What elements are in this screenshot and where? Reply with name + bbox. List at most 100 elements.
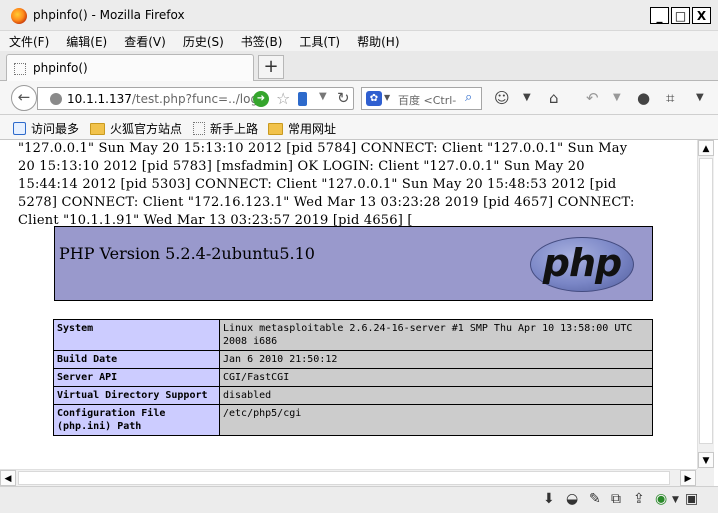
menu-bar: 文件(F) 编辑(E) 查看(V) 历史(S) 书签(B) 工具(T) 帮助(H… xyxy=(0,31,718,51)
scrollbar-corner xyxy=(697,469,714,486)
vertical-scroll-thumb[interactable] xyxy=(699,158,713,444)
url-bar[interactable]: 10.1.1.137/test.php?func=../log ➜ ☆ ▼ ↻ xyxy=(37,87,354,110)
table-row: Configuration File (php.ini) Path /etc/p… xyxy=(53,404,653,436)
table-row: Virtual Directory Support disabled xyxy=(53,386,653,405)
php-version-header: PHP Version 5.2.4-2ubuntu5.10 php xyxy=(54,226,653,301)
page-viewport: "127.0.0.1" Sun May 20 15:13:10 2012 [pi… xyxy=(0,140,697,469)
row-value: disabled xyxy=(219,386,653,405)
horizontal-scrollbar[interactable]: ◀ ▶ xyxy=(0,469,697,486)
row-key: Server API xyxy=(53,368,220,387)
search-icon[interactable]: ⌕ xyxy=(465,90,472,105)
menu-edit[interactable]: 编辑(E) xyxy=(66,33,107,50)
addon-bar: ⬇ ◒ ✎ ⧉ ⇪ ◉ ▼ ▣ xyxy=(0,486,718,513)
close-button[interactable]: X xyxy=(692,7,711,24)
send-to-device-icon[interactable] xyxy=(298,92,307,106)
url-path: /test.php?func=../log xyxy=(131,92,259,106)
page-icon xyxy=(193,122,205,135)
vertical-scrollbar[interactable]: ▲ ▼ xyxy=(697,140,714,469)
most-visited-icon xyxy=(13,122,26,135)
bookmark-common-sites[interactable]: 常用网址 xyxy=(268,120,336,137)
bookmark-label: 访问最多 xyxy=(31,122,80,136)
go-arrow-icon[interactable]: ➜ xyxy=(253,91,269,107)
bookmark-most-visited[interactable]: 访问最多 xyxy=(13,120,79,137)
url-text: 10.1.1.137/test.php?func=../log xyxy=(67,92,258,106)
horizontal-scroll-thumb[interactable] xyxy=(18,471,670,485)
search-engine-dropdown-icon[interactable]: ▼ xyxy=(384,93,390,102)
new-tab-button[interactable]: + xyxy=(258,55,284,79)
menu-view[interactable]: 查看(V) xyxy=(124,33,166,50)
row-value: Jan 6 2010 21:50:12 xyxy=(219,350,653,369)
row-value: Linux metasploitable 2.6.24-16-server #1… xyxy=(219,319,653,351)
log-line: 15:44:14 2012 [pid 5303] CONNECT: Client… xyxy=(18,177,617,192)
download-icon[interactable]: ⬇ xyxy=(543,491,555,507)
menu-bookmarks[interactable]: 书签(B) xyxy=(241,33,283,50)
row-value: CGI/FastCGI xyxy=(219,368,653,387)
bookmark-label: 常用网址 xyxy=(288,122,337,136)
bookmark-getting-started[interactable]: 新手上路 xyxy=(193,120,258,137)
globe-dropdown-icon[interactable]: ▼ xyxy=(672,495,679,505)
scroll-right-arrow-icon[interactable]: ▶ xyxy=(680,470,696,486)
menu-history[interactable]: 历史(S) xyxy=(183,33,224,50)
reload-icon[interactable]: ↻ xyxy=(337,89,350,107)
minimize-button[interactable]: _ xyxy=(650,7,669,24)
row-key: Virtual Directory Support xyxy=(53,386,220,405)
search-engine-icon[interactable]: ✿ xyxy=(366,91,382,106)
folder-icon xyxy=(268,122,283,135)
log-line: "127.0.0.1" Sun May 20 15:13:10 2012 [pi… xyxy=(18,141,628,156)
tab-label: phpinfo() xyxy=(33,61,88,75)
undo-icon[interactable]: ↶ xyxy=(586,89,599,107)
home-icon[interactable]: ⌂ xyxy=(549,89,559,107)
globe-icon[interactable]: ◉ xyxy=(655,491,667,507)
addon-panel-icon[interactable]: ▣ xyxy=(685,491,698,507)
php-info-table: System Linux metasploitable 2.6.24-16-se… xyxy=(53,319,653,436)
scroll-left-arrow-icon[interactable]: ◀ xyxy=(0,470,16,486)
tab-strip: phpinfo() + xyxy=(0,51,718,82)
share-icon[interactable]: ⇪ xyxy=(633,491,645,507)
chat-icon[interactable]: ● xyxy=(637,89,650,107)
undo-dropdown-icon[interactable]: ▼ xyxy=(613,92,621,103)
search-box[interactable]: ✿ ▼ 百度 <Ctrl- ⌕ xyxy=(361,87,482,110)
tab-phpinfo[interactable]: phpinfo() xyxy=(6,54,254,82)
navigation-bar: 10.1.1.137/test.php?func=../log ➜ ☆ ▼ ↻ … xyxy=(0,81,718,115)
addon-dropdown-icon[interactable]: ▼ xyxy=(523,92,531,103)
search-placeholder: 百度 <Ctrl- xyxy=(398,94,457,107)
row-key: Build Date xyxy=(53,350,220,369)
menu-file[interactable]: 文件(F) xyxy=(9,33,49,50)
php-logo-text: php xyxy=(542,241,622,285)
row-value: /etc/php5/cgi xyxy=(219,404,653,436)
firefox-logo-icon xyxy=(11,8,27,24)
table-row: System Linux metasploitable 2.6.24-16-se… xyxy=(53,319,653,351)
bookmark-firefox-official[interactable]: 火狐官方站点 xyxy=(90,120,182,137)
menu-dropdown-icon[interactable]: ▼ xyxy=(696,92,704,103)
bookmark-label: 火狐官方站点 xyxy=(110,122,183,136)
history-dropdown-icon[interactable]: ▼ xyxy=(319,91,327,102)
site-identity-icon[interactable] xyxy=(50,93,62,105)
bookmark-star-icon[interactable]: ☆ xyxy=(276,89,290,108)
log-line: 20 15:13:10 2012 [pid 5783] [msfadmin] O… xyxy=(18,159,585,174)
bookmark-label: 新手上路 xyxy=(210,122,259,136)
table-row: Server API CGI/FastCGI xyxy=(53,368,653,387)
menu-help[interactable]: 帮助(H) xyxy=(357,33,399,50)
php-version-title: PHP Version 5.2.4-2ubuntu5.10 xyxy=(59,244,315,263)
window-controls: _ □ X xyxy=(650,7,711,24)
menu-tools[interactable]: 工具(T) xyxy=(299,33,340,50)
title-bar: phpinfo() - Mozilla Firefox _ □ X xyxy=(0,0,718,31)
mask-icon[interactable]: ◒ xyxy=(566,491,578,507)
table-row: Build Date Jan 6 2010 21:50:12 xyxy=(53,350,653,369)
tools-icon[interactable]: ✎ xyxy=(589,491,601,507)
log-line: 5278] CONNECT: Client "172.16.123.1" Wed… xyxy=(18,195,635,210)
addon-smiley-icon[interactable]: ☺ xyxy=(494,89,510,107)
crop-icon[interactable]: ⌗ xyxy=(666,89,674,107)
log-output: "127.0.0.1" Sun May 20 15:13:10 2012 [pi… xyxy=(18,140,690,230)
window-icon[interactable]: ⧉ xyxy=(611,491,621,507)
bookmarks-bar: 访问最多 火狐官方站点 新手上路 常用网址 xyxy=(0,115,718,140)
window-title: phpinfo() - Mozilla Firefox xyxy=(33,8,185,22)
url-host: 10.1.1.137 xyxy=(67,92,132,106)
scroll-down-arrow-icon[interactable]: ▼ xyxy=(698,452,714,468)
page-icon xyxy=(14,63,26,75)
row-key: Configuration File (php.ini) Path xyxy=(53,404,220,436)
folder-icon xyxy=(90,122,105,135)
scroll-up-arrow-icon[interactable]: ▲ xyxy=(698,140,714,156)
maximize-button[interactable]: □ xyxy=(671,7,690,24)
back-button[interactable]: ← xyxy=(11,85,37,111)
